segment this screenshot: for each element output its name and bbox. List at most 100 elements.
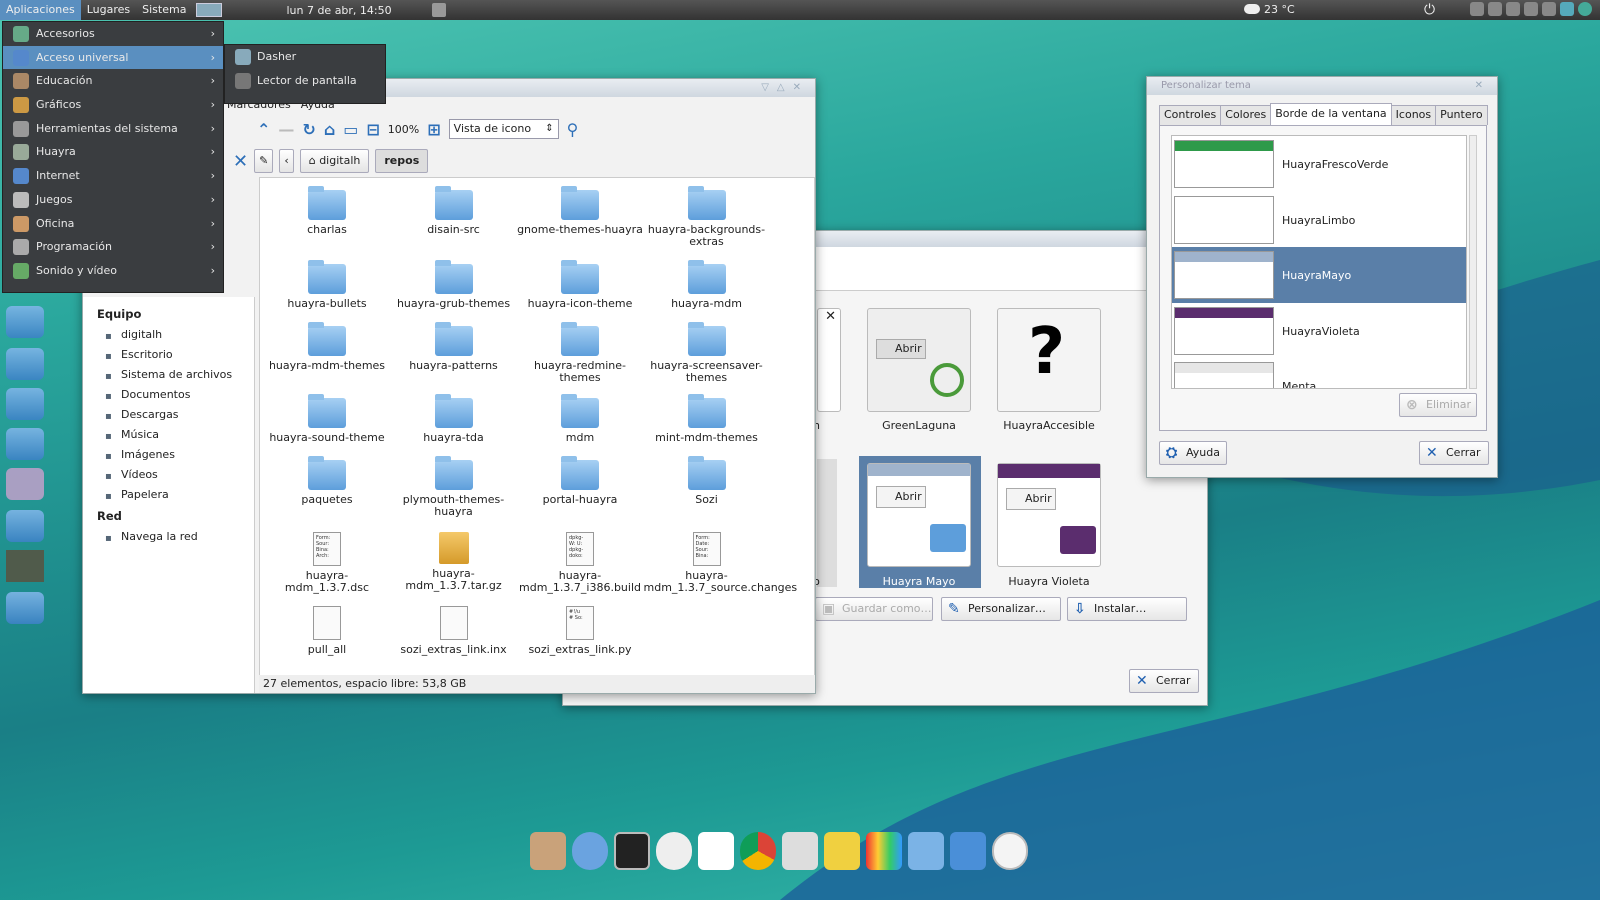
file-item[interactable]: dpkg- W: U: dpkg- doko: huayra-mdm_1.3.7_… — [517, 524, 643, 594]
weather-temp[interactable]: 23 °C — [1264, 0, 1295, 20]
theme-row[interactable]: HuayraMayo — [1172, 247, 1466, 303]
toggle-location-button[interactable]: ✎ — [254, 149, 274, 173]
menu-aplicaciones[interactable]: Aplicaciones — [0, 0, 81, 20]
sidebar-item[interactable]: ▪ Papelera — [83, 485, 254, 505]
tab-borde-de-la-ventana[interactable]: Borde de la ventana — [1270, 103, 1392, 125]
folder-item[interactable]: huayra-sound-theme — [264, 388, 390, 444]
folder-item[interactable]: huayra-mdm — [644, 254, 770, 310]
menu-item-office[interactable]: Oficina › — [3, 212, 223, 236]
search-icon[interactable]: ⚲ — [567, 120, 579, 139]
stop-icon[interactable]: — — [278, 120, 294, 139]
folder-item[interactable]: portal-huayra — [517, 450, 643, 506]
window-controls[interactable]: ▽△✕ — [761, 79, 809, 97]
menu-item-education[interactable]: Educación › — [3, 69, 223, 93]
tray-icon[interactable] — [1524, 2, 1538, 16]
terminal-icon[interactable] — [614, 832, 650, 870]
save-as-button[interactable]: ▣ Guardar como… — [815, 597, 933, 621]
sidebar-item[interactable]: ▪ Documentos — [83, 385, 254, 405]
tray-icon[interactable] — [1488, 2, 1502, 16]
close-icon[interactable]: ✕ — [1475, 77, 1491, 95]
menu-item-accessibility[interactable]: Acceso universal › — [3, 45, 223, 70]
tab-controles[interactable]: Controles — [1159, 105, 1222, 125]
file-item[interactable]: pull_all — [264, 598, 390, 656]
teapot-icon[interactable] — [824, 832, 860, 870]
theme-row[interactable]: HuayraVioleta — [1172, 303, 1466, 359]
sidebar-item[interactable]: ▪ digitalh — [83, 325, 254, 345]
folder-item[interactable]: huayra-tda — [391, 388, 517, 444]
download-icon[interactable] — [6, 348, 44, 380]
menu-item-games[interactable]: Juegos › — [3, 188, 223, 212]
chrome-icon[interactable] — [1578, 2, 1592, 16]
user-photo-icon[interactable] — [6, 550, 44, 582]
folder-item[interactable]: plymouth-themes-huayra — [391, 450, 517, 518]
zoom-in-icon[interactable]: ⊞ — [427, 120, 440, 139]
customize-button[interactable]: ✎ Personalizar… — [941, 597, 1061, 621]
theme-thumb-huayravioleta[interactable]: Abrir — [997, 463, 1101, 567]
trash-icon[interactable] — [908, 832, 944, 870]
menu-item-huayra[interactable]: Huayra › — [3, 140, 223, 164]
menu-item-graphics[interactable]: Gráficos › — [3, 93, 223, 117]
menu-item-dasher[interactable]: Dasher — [225, 45, 385, 69]
folder-item[interactable]: mdm — [517, 388, 643, 444]
sidebar-item-network[interactable]: ▪ Navega la red — [83, 527, 254, 547]
folder-item[interactable]: disain-src — [391, 180, 517, 236]
tab-iconos[interactable]: Iconos — [1390, 105, 1437, 125]
folder-item[interactable]: huayra-backgrounds-extras — [644, 180, 770, 248]
cow-icon[interactable] — [656, 832, 692, 870]
network-icon[interactable] — [1560, 2, 1574, 16]
tray-icon[interactable] — [1542, 2, 1556, 16]
sidebar-item[interactable]: ▪ Imágenes — [83, 445, 254, 465]
menu-sistema[interactable]: Sistema — [136, 0, 192, 20]
sidebar-item[interactable]: ▪ Escritorio — [83, 345, 254, 365]
chromium-icon[interactable] — [572, 832, 608, 870]
huayra-logo-icon[interactable] — [530, 832, 566, 870]
folder-item[interactable]: huayra-bullets — [264, 254, 390, 310]
menu-item-accessories[interactable]: Accesorios › — [3, 22, 223, 46]
tray-icon[interactable] — [1506, 2, 1520, 16]
tab-puntero[interactable]: Puntero — [1435, 105, 1488, 125]
computer-icon[interactable]: ▭ — [343, 120, 358, 139]
home-icon[interactable] — [6, 306, 44, 338]
sidebar-item[interactable]: ▪ Descargas — [83, 405, 254, 425]
chrome-icon[interactable] — [740, 832, 776, 870]
panel-clock[interactable]: lun 7 de abr, 14:50 — [286, 4, 391, 17]
menu-item-screen-reader[interactable]: Lector de pantalla — [225, 69, 385, 93]
file-item[interactable]: Form: Date: Sour: Bina: huayra-mdm_1.3.7_… — [644, 524, 797, 594]
folder-item[interactable]: Sozi — [644, 450, 770, 506]
folder-icon[interactable] — [6, 592, 44, 624]
path-button-repos[interactable]: repos — [375, 149, 429, 173]
folder-item[interactable]: huayra-patterns — [391, 316, 517, 372]
path-back-button[interactable]: ‹ — [279, 149, 294, 173]
folder-item[interactable]: huayra-mdm-themes — [264, 316, 390, 372]
tab-colores[interactable]: Colores — [1220, 105, 1272, 125]
menu-item-internet[interactable]: Internet › — [3, 164, 223, 188]
close-button[interactable]: ✕ Cerrar — [1419, 441, 1489, 465]
workspace-switcher-icon[interactable] — [196, 3, 223, 17]
theme-thumb-greenlaguna[interactable]: Abrir — [867, 308, 971, 412]
sidebar-item[interactable]: ▪ Sistema de archivos — [83, 365, 254, 385]
sidebar-item[interactable]: ▪ Música — [83, 425, 254, 445]
sliders-icon[interactable] — [6, 510, 44, 542]
file-item[interactable]: Form: Sour: Bina: Arch: huayra-mdm_1.3.7.… — [264, 524, 390, 594]
folder-item[interactable]: huayra-redmine-themes — [517, 316, 643, 384]
folder-item[interactable]: huayra-screensaver-themes — [644, 316, 770, 384]
file-item[interactable]: #!/u # So: sozi_extras_link.py — [517, 598, 643, 656]
menu-item-system-tools[interactable]: Herramientas del sistema › — [3, 117, 223, 141]
diamond-icon[interactable] — [6, 468, 44, 500]
reload-icon[interactable]: ↻ — [302, 120, 315, 139]
theme-row[interactable]: HuayraLimbo — [1172, 192, 1466, 248]
menu-item-programming[interactable]: Programación › — [3, 235, 223, 259]
folder-item[interactable]: huayra-grub-themes — [391, 254, 517, 310]
folder-item[interactable]: mint-mdm-themes — [644, 388, 770, 444]
folder-item[interactable]: charlas — [264, 180, 390, 236]
folder-item[interactable]: paquetes — [264, 450, 390, 506]
remove-button[interactable]: ⊗ Eliminar — [1399, 393, 1477, 417]
close-location-icon[interactable]: ✕ — [233, 151, 248, 172]
menu-lugares[interactable]: Lugares — [81, 0, 136, 20]
up-icon[interactable]: ⌃ — [257, 120, 270, 139]
weather-icon[interactable] — [1244, 4, 1260, 14]
clock-icon[interactable] — [992, 832, 1028, 870]
tray-icon[interactable] — [1470, 2, 1484, 16]
palette-icon[interactable] — [866, 832, 902, 870]
file-item[interactable]: huayra-mdm_1.3.7.tar.gz — [391, 524, 517, 592]
